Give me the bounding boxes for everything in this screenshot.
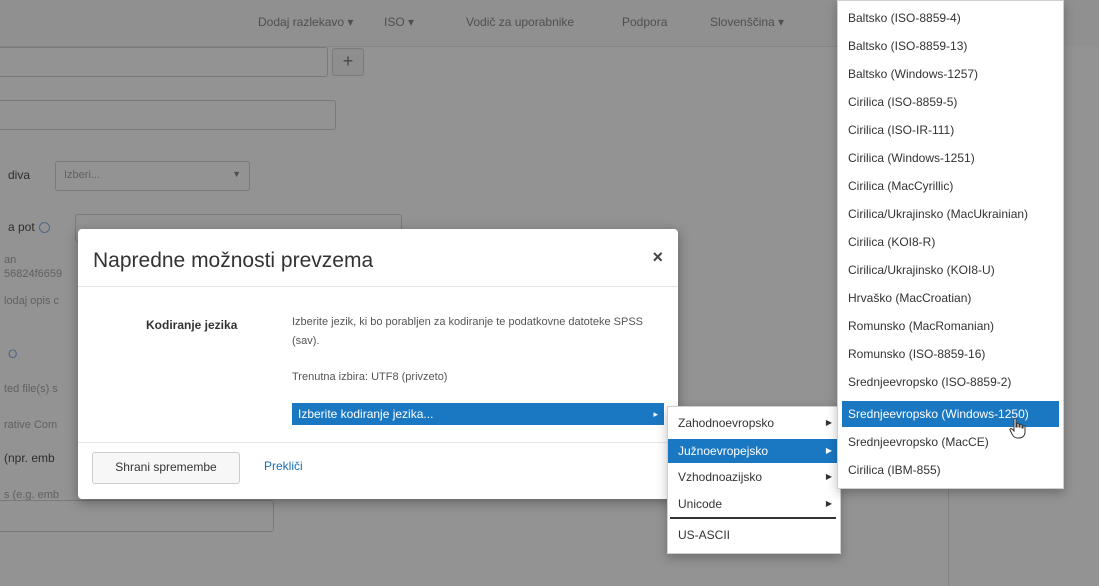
hand-pointer-icon — [1009, 417, 1026, 439]
encoding-list-menu: Baltsko (ISO-8859-4) Baltsko (ISO-8859-1… — [837, 0, 1064, 489]
chevron-right-icon: ▸ — [653, 409, 658, 419]
encoding-option[interactable]: Cirilica (ISO-IR-111) — [842, 117, 1059, 143]
save-changes-button[interactable]: Shrani spremembe — [92, 452, 240, 484]
encoding-option[interactable]: Cirilica (ISO-8859-5) — [842, 89, 1059, 115]
menu-item-southern-european[interactable]: Južnoevropejsko ▶ — [668, 439, 840, 463]
encoding-option[interactable]: Romunsko (MacRomanian) — [842, 313, 1059, 339]
encoding-option[interactable]: Romunsko (ISO-8859-16) — [842, 341, 1059, 367]
encoding-help-text: Izberite jezik, ki bo porabljen za kodir… — [292, 316, 643, 347]
encoding-option[interactable]: Cirilica (Windows-1251) — [842, 145, 1059, 171]
encoding-option[interactable]: Baltsko (ISO-8859-4) — [842, 5, 1059, 31]
menu-item-western-european[interactable]: Zahodnoevropsko ▶ — [668, 411, 840, 435]
current-selection-text: Trenutna izbira: UTF8 (privzeto) — [292, 371, 448, 383]
encoding-option[interactable]: Baltsko (ISO-8859-13) — [842, 33, 1059, 59]
encoding-option[interactable]: Cirilica/Ukrajinsko (KOI8-U) — [842, 257, 1059, 283]
encoding-label: Kodiranje jezika — [146, 318, 238, 332]
close-icon[interactable]: × — [652, 247, 663, 268]
cancel-button[interactable]: Prekliči — [264, 459, 303, 473]
menu-item-label: Unicode — [678, 497, 723, 511]
modal-footer-divider — [78, 442, 678, 443]
menu-item-us-ascii[interactable]: US-ASCII — [668, 523, 840, 547]
menu-divider — [670, 517, 836, 519]
encoding-option[interactable]: Srednjeevropsko (ISO-8859-2) — [842, 369, 1059, 395]
encoding-dropdown-label: Izberite kodiranje jezika... — [298, 407, 434, 421]
encoding-option[interactable]: Cirilica (IBM-855) — [842, 457, 1059, 483]
modal-title: Napredne možnosti prevzema — [93, 249, 374, 272]
menu-item-label: Južnoevropejsko — [678, 444, 769, 458]
encoding-option[interactable]: Cirilica/Ukrajinsko (MacUkrainian) — [842, 201, 1059, 227]
chevron-right-icon: ▶ — [825, 446, 832, 455]
chevron-right-icon: ▶ — [825, 499, 832, 508]
chevron-right-icon: ▶ — [825, 472, 832, 481]
encoding-option[interactable]: Baltsko (Windows-1257) — [842, 61, 1059, 87]
menu-item-east-asian[interactable]: Vzhodnoazijsko ▶ — [668, 465, 840, 489]
chevron-right-icon: ▶ — [825, 418, 832, 427]
menu-item-label: Zahodnoevropsko — [678, 416, 775, 430]
menu-item-unicode[interactable]: Unicode ▶ — [668, 492, 840, 516]
encoding-category-menu: Zahodnoevropsko ▶ Južnoevropejsko ▶ Vzho… — [667, 406, 841, 554]
encoding-option[interactable]: Hrvaško (MacCroatian) — [842, 285, 1059, 311]
modal-header-divider — [78, 286, 678, 287]
encoding-dropdown[interactable]: Izberite kodiranje jezika... ▸ — [292, 403, 664, 425]
menu-item-label: US-ASCII — [678, 528, 731, 542]
encoding-option[interactable]: Cirilica (KOI8-R) — [842, 229, 1059, 255]
advanced-import-options-modal: Napredne možnosti prevzema × Kodiranje j… — [78, 229, 678, 499]
encoding-option[interactable]: Cirilica (MacCyrillic) — [842, 173, 1059, 199]
menu-item-label: Vzhodnoazijsko — [678, 470, 763, 484]
